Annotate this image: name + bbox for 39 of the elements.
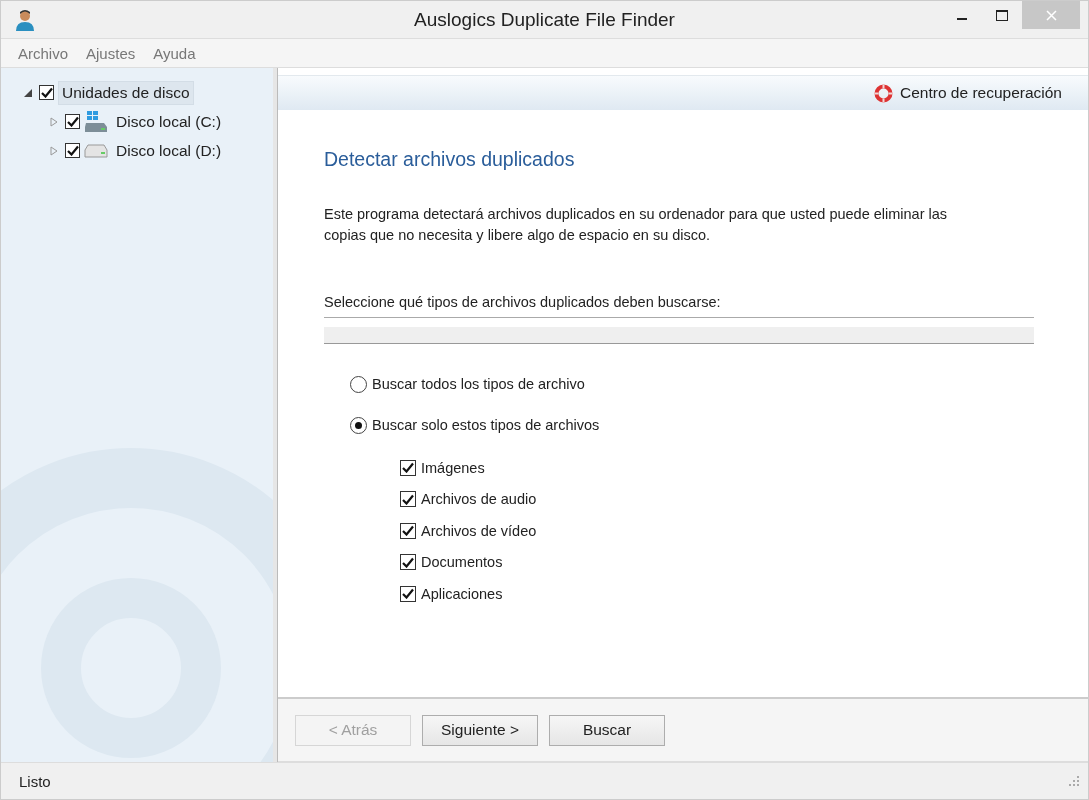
drive-icon bbox=[84, 143, 108, 158]
file-type-label: Imágenes bbox=[421, 459, 485, 476]
checkbox[interactable] bbox=[400, 491, 416, 508]
maximize-icon bbox=[996, 9, 1008, 21]
lifebuoy-icon bbox=[874, 83, 893, 103]
description-text: Este programa detectará archivos duplicados en su ordenador para que usted puede eliminar las copias que no necesita y libere algo de espacio en su disco. bbox=[324, 205, 949, 245]
status-text: Listo bbox=[19, 772, 51, 790]
checkbox[interactable] bbox=[400, 522, 416, 539]
file-type-label: Aplicaciones bbox=[421, 585, 503, 602]
minimize-icon bbox=[957, 18, 967, 20]
recovery-center-link[interactable]: Centro de recuperación bbox=[874, 83, 1062, 103]
option-label: Buscar todos los tipos de archivo bbox=[372, 376, 585, 392]
radio-button[interactable] bbox=[350, 375, 367, 393]
option-label: Buscar solo estos tipos de archivos bbox=[372, 417, 600, 433]
tree-item[interactable]: Disco local (D:) bbox=[112, 138, 226, 163]
file-type-label: Archivos de vídeo bbox=[421, 522, 537, 539]
menu-item[interactable]: Archivo bbox=[9, 42, 78, 64]
menu-item[interactable]: Ayuda bbox=[144, 42, 205, 64]
user-icon bbox=[14, 8, 36, 31]
checkbox[interactable] bbox=[400, 585, 416, 602]
tree-item[interactable]: Unidades de disco bbox=[58, 80, 194, 105]
menu-item[interactable]: Ajustes bbox=[77, 42, 145, 64]
file-type-label: Documentos bbox=[421, 554, 503, 571]
tree-item[interactable]: Disco local (C:) bbox=[112, 109, 226, 134]
close-icon bbox=[1045, 9, 1057, 21]
radio-button[interactable] bbox=[350, 416, 367, 434]
checkbox[interactable] bbox=[400, 459, 416, 476]
checkbox[interactable] bbox=[39, 85, 54, 100]
checkbox[interactable] bbox=[65, 143, 80, 158]
page-heading: Detectar archivos duplicados bbox=[324, 148, 576, 171]
window-title: Auslogics Duplicate File Finder bbox=[414, 8, 675, 30]
file-type-label: Archivos de audio bbox=[421, 491, 537, 508]
wizard-button[interactable]: Siguiente > bbox=[422, 714, 538, 746]
prompt-text: Seleccione qué tipos de archivos duplicados deben buscarse: bbox=[324, 294, 1034, 318]
drive-icon bbox=[84, 110, 108, 133]
checkbox[interactable] bbox=[65, 114, 80, 129]
checkbox[interactable] bbox=[400, 554, 416, 571]
wizard-button[interactable]: Buscar bbox=[549, 714, 665, 746]
resize-grip-icon bbox=[1069, 775, 1080, 787]
